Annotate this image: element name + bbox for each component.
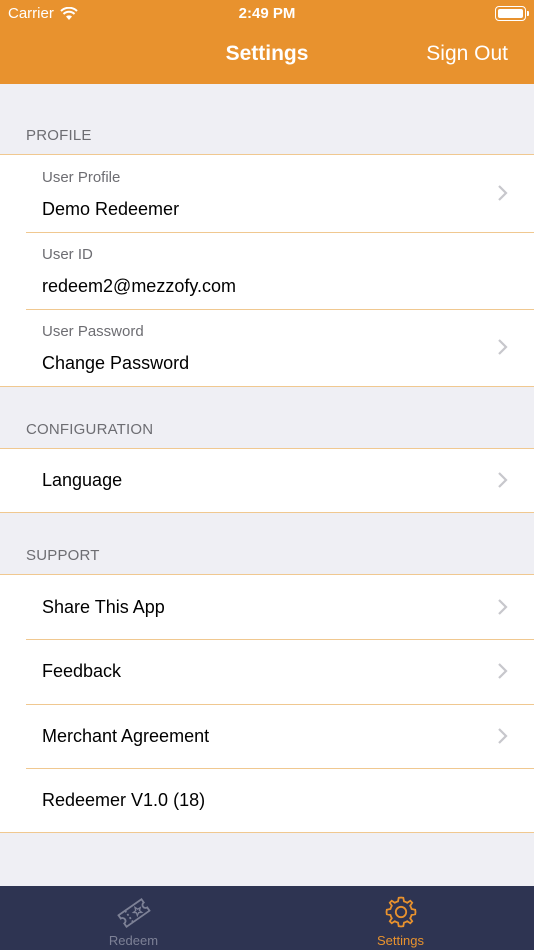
chevron-right-icon <box>498 728 508 744</box>
chevron-right-icon <box>498 472 508 488</box>
user-password-label: User Password <box>42 323 144 340</box>
chevron-right-icon <box>498 663 508 679</box>
section-header-profile: PROFILE <box>26 127 92 144</box>
language-label: Language <box>42 470 123 490</box>
tab-bar: Redeem Settings <box>0 886 534 950</box>
user-password-row[interactable]: User Password Change Password <box>0 309 534 386</box>
user-id-label: User ID <box>42 246 93 263</box>
user-id-row: User ID redeem2@mezzofy.com <box>0 232 534 309</box>
ticket-icon <box>116 897 151 929</box>
chevron-right-icon <box>498 599 508 615</box>
user-profile-value: Demo Redeemer <box>42 199 180 219</box>
status-bar: Carrier 2:49 PM <box>0 0 534 30</box>
status-time: 2:49 PM <box>238 5 296 22</box>
section-header-configuration: CONFIGURATION <box>26 421 154 438</box>
configuration-group: Language <box>0 448 534 513</box>
chevron-right-icon <box>498 185 508 201</box>
merchant-agreement-label: Merchant Agreement <box>42 726 210 746</box>
sign-out-button[interactable]: Sign Out <box>426 42 508 66</box>
support-group: Share This App Feedback Merchant Agreeme… <box>0 574 534 833</box>
change-password-value: Change Password <box>42 353 190 373</box>
version-row: Redeemer V1.0 (18) <box>0 768 534 832</box>
feedback-label: Feedback <box>42 661 122 681</box>
merchant-agreement-row[interactable]: Merchant Agreement <box>0 704 534 768</box>
tab-redeem-label: Redeem <box>108 933 159 948</box>
battery-icon <box>495 6 529 21</box>
profile-group: User Profile Demo Redeemer User ID redee… <box>0 154 534 387</box>
feedback-row[interactable]: Feedback <box>0 639 534 704</box>
tab-redeem[interactable]: Redeem <box>0 886 267 950</box>
navigation-bar: Settings Sign Out <box>0 30 534 84</box>
user-profile-label: User Profile <box>42 169 121 186</box>
share-app-label: Share This App <box>42 597 165 617</box>
user-profile-row[interactable]: User Profile Demo Redeemer <box>0 155 534 232</box>
version-label: Redeemer V1.0 (18) <box>42 790 206 810</box>
section-header-support: SUPPORT <box>26 547 100 564</box>
user-id-value: redeem2@mezzofy.com <box>42 276 237 296</box>
share-app-row[interactable]: Share This App <box>0 575 534 639</box>
language-row[interactable]: Language <box>0 449 534 512</box>
tab-settings-label: Settings <box>377 933 424 948</box>
gear-icon <box>385 896 416 928</box>
chevron-right-icon <box>498 339 508 355</box>
tab-settings[interactable]: Settings <box>267 886 534 950</box>
